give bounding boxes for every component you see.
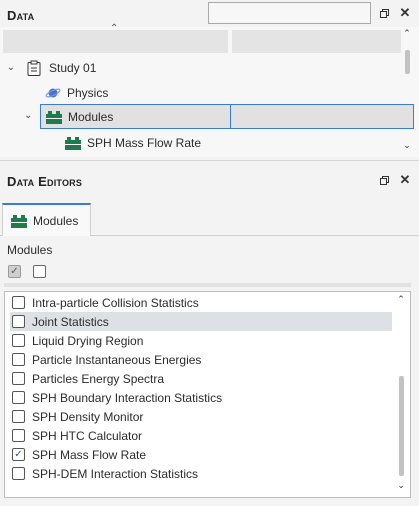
tree-item-study[interactable]: ⌄ Study 01 [5,55,96,80]
editors-close-button[interactable]: ✕ [397,172,413,188]
tab-modules[interactable]: Modules [2,203,91,236]
list-item[interactable]: SPH Density Monitor [10,407,392,426]
module-checkbox[interactable] [12,315,25,328]
module-checkbox[interactable] [12,467,25,480]
list-item[interactable]: ✓ SPH Mass Flow Rate [10,445,392,464]
list-item[interactable]: Liquid Drying Region [10,331,392,350]
tree-scroll-up[interactable]: ⌃ [401,28,413,39]
list-item[interactable]: Joint Statistics [10,312,392,331]
editors-panel-title: Data Editors [7,174,83,189]
tree-item-sph-mass-flow-rate[interactable]: SPH Mass Flow Rate [65,130,201,155]
data-close-button[interactable]: ✕ [397,5,413,21]
list-top-separator [4,283,411,287]
planet-icon [45,86,61,100]
list-item[interactable]: SPH-DEM Interaction Statistics [10,464,392,483]
list-item[interactable]: SPH HTC Calculator [10,426,392,445]
clipboard-icon [27,60,41,76]
module-label: SPH-DEM Interaction Statistics [32,466,199,481]
tree-scroll-thumb[interactable] [405,50,410,74]
module-label: SPH Boundary Interaction Statistics [32,390,223,405]
module-checkbox[interactable] [12,353,25,366]
close-icon: ✕ [399,5,411,20]
module-label: Particle Instantaneous Energies [32,352,202,367]
tree-item-label: Study 01 [49,60,97,75]
module-checkbox[interactable] [12,372,25,385]
module-checkbox[interactable] [12,391,25,404]
select-none-checkbox[interactable] [33,265,46,278]
data-float-button[interactable] [376,5,392,21]
list-item[interactable]: SPH Boundary Interaction Statistics [10,388,392,407]
module-checkbox[interactable] [12,296,25,309]
module-label: Intra-particle Collision Statistics [32,295,199,310]
module-label: Particles Energy Spectra [32,371,165,386]
panel-divider [0,160,419,161]
module-checkbox-checked[interactable]: ✓ [12,448,25,461]
modules-icon [65,136,81,150]
restore-icon [379,8,389,18]
tree-item-label: Modules [68,109,114,124]
module-label: Joint Statistics [32,314,109,329]
list-scroll-thumb[interactable] [399,376,404,476]
data-search-input[interactable] [208,2,371,24]
tree-item-label: SPH Mass Flow Rate [87,135,202,150]
chevron-down-icon[interactable]: ⌄ [5,62,17,73]
module-checkbox[interactable] [12,429,25,442]
chevron-down-icon[interactable]: ⌄ [24,110,32,121]
modules-list: Intra-particle Collision Statistics Join… [4,291,411,498]
list-scroll-up[interactable]: ⌃ [395,294,407,305]
data-panel-title: Data [7,8,35,23]
list-scroll-down[interactable]: ⌄ [395,480,407,491]
tree-item-modules[interactable]: Modules [46,104,113,129]
module-checkbox[interactable] [12,334,25,347]
modules-icon [11,214,27,228]
select-all-checkbox[interactable]: ✓ [8,265,21,278]
list-item[interactable]: Intra-particle Collision Statistics [10,293,392,312]
editors-float-button[interactable] [376,172,392,188]
list-item[interactable]: Particles Energy Spectra [10,369,392,388]
tab-label: Modules [33,213,79,228]
module-label: Liquid Drying Region [32,333,144,348]
close-icon: ✕ [399,172,411,187]
tree-column-header-value[interactable] [232,30,401,53]
tree-item-physics[interactable]: Physics [45,80,108,105]
module-checkbox[interactable] [12,410,25,423]
tree-item-label: Physics [67,85,109,100]
modules-icon [46,110,62,124]
restore-icon [379,175,389,185]
module-label: SPH HTC Calculator [32,428,143,443]
module-label: SPH Mass Flow Rate [32,447,147,462]
section-label: Modules [7,243,53,257]
sort-up-icon: ⌃ [110,23,119,34]
list-item[interactable]: Particle Instantaneous Energies [10,350,392,369]
tree-scroll-down[interactable]: ⌄ [401,140,413,151]
module-label: SPH Density Monitor [32,409,144,424]
